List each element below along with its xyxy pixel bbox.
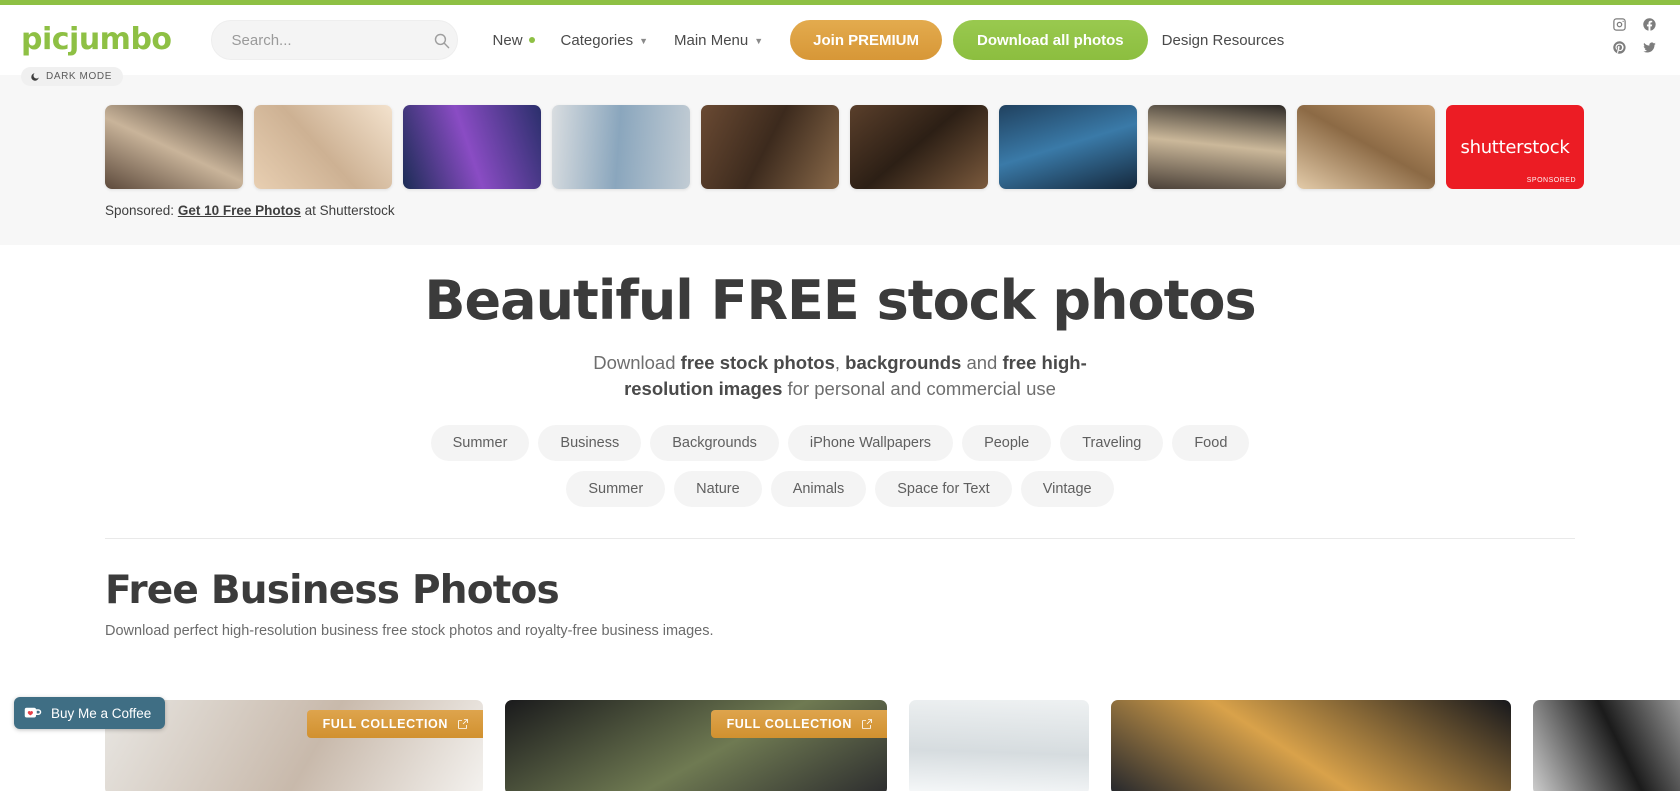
- search-input[interactable]: [229, 30, 433, 50]
- category-tag[interactable]: Business: [538, 424, 642, 461]
- full-collection-label: FULL COLLECTION: [322, 717, 448, 731]
- main-nav: New Categories ▼ Main Menu ▼ Join PREMIU…: [480, 20, 1285, 60]
- thumbnail-image: [701, 105, 839, 189]
- sponsored-thumbnail[interactable]: [701, 105, 839, 189]
- category-tag[interactable]: Summer: [430, 424, 530, 461]
- buy-me-a-coffee-button[interactable]: Buy Me a Coffee: [14, 697, 166, 729]
- search-icon[interactable]: [433, 32, 450, 49]
- nav-item-categories-label: Categories: [560, 31, 634, 49]
- thumbnail-image: [999, 105, 1137, 189]
- nav-item-main-menu-label: Main Menu: [674, 31, 749, 49]
- instagram-icon[interactable]: [1612, 17, 1627, 32]
- sponsored-link[interactable]: Get 10 Free Photos: [178, 203, 301, 218]
- thumbnail-image: [1297, 105, 1435, 189]
- photo-card[interactable]: [909, 700, 1089, 791]
- category-tag[interactable]: Vintage: [1020, 470, 1114, 507]
- tag-row-secondary: Summer Nature Animals Space for Text Vintage: [0, 470, 1680, 507]
- sponsored-suffix: at Shutterstock: [304, 203, 395, 218]
- picjumbo-logo[interactable]: picjumbo: [21, 25, 172, 55]
- full-collection-badge[interactable]: FULL COLLECTION: [306, 710, 483, 738]
- sponsored-thumbnail[interactable]: [105, 105, 243, 189]
- hero-subtitle-part-3: backgrounds: [845, 352, 962, 373]
- photo-image: [1111, 700, 1511, 791]
- hero-subtitle-part-6: for personal and commercial use: [782, 378, 1056, 400]
- photo-card[interactable]: FULL COLLECTION: [505, 700, 887, 791]
- category-tag[interactable]: Space for Text: [875, 470, 1012, 507]
- photo-card[interactable]: [1533, 700, 1680, 791]
- design-resources-link[interactable]: Design Resources: [1162, 32, 1285, 49]
- category-tag[interactable]: Nature: [674, 470, 762, 507]
- hero-subtitle-part-2: ,: [834, 352, 846, 373]
- page-title: Beautiful FREE stock photos: [424, 269, 1256, 332]
- hero-subtitle-part-4: and: [961, 352, 1003, 373]
- sponsored-thumbnail-strip: shutterstock SPONSORED: [105, 105, 1584, 189]
- hero-subtitle: Download free stock photos, backgrounds …: [570, 350, 1110, 403]
- category-tag[interactable]: Backgrounds: [650, 424, 779, 461]
- search-box[interactable]: [210, 20, 458, 60]
- full-collection-badge[interactable]: FULL COLLECTION: [710, 710, 887, 738]
- site-header: picjumbo New Categories ▼ Main Menu ▼ Jo…: [0, 5, 1680, 75]
- thumbnail-image: [1148, 105, 1286, 189]
- nav-item-categories[interactable]: Categories ▼: [548, 32, 661, 49]
- thumbnail-image: [552, 105, 690, 189]
- twitter-icon[interactable]: [1642, 40, 1657, 55]
- sponsored-thumbnail[interactable]: [1297, 105, 1435, 189]
- social-links: [1608, 17, 1660, 55]
- category-tag[interactable]: People: [962, 424, 1052, 461]
- hero-subtitle-part-1: free stock photos: [680, 352, 835, 373]
- sponsored-thumbnail[interactable]: [1148, 105, 1286, 189]
- section-divider: [105, 538, 1575, 539]
- nav-item-new[interactable]: New: [480, 32, 548, 49]
- photo-card[interactable]: [1111, 700, 1511, 791]
- sponsored-thumbnail[interactable]: [254, 105, 392, 189]
- thumbnail-image: [403, 105, 541, 189]
- page-root: picjumbo New Categories ▼ Main Menu ▼ Jo…: [0, 0, 1680, 791]
- sponsored-caption: Sponsored: Get 10 Free Photos at Shutter…: [105, 203, 395, 218]
- full-collection-label: FULL COLLECTION: [726, 717, 852, 731]
- moon-icon: [31, 72, 39, 81]
- sponsored-tag: SPONSORED: [1526, 177, 1576, 184]
- thumbnail-image: [105, 105, 243, 189]
- dark-mode-label: DARK MODE: [46, 71, 112, 82]
- category-tag[interactable]: iPhone Wallpapers: [787, 424, 954, 461]
- external-link-icon: [862, 719, 872, 729]
- hero-subtitle-part-0: Download: [593, 352, 681, 373]
- section-heading: Free Business Photos: [105, 568, 560, 613]
- pinterest-icon[interactable]: [1612, 40, 1627, 55]
- sponsored-thumbnail[interactable]: [850, 105, 988, 189]
- photo-grid: FULL COLLECTION FULL COLLECTION: [105, 700, 1680, 791]
- chevron-down-icon: ▼: [639, 36, 649, 46]
- photo-image: [1533, 700, 1680, 791]
- nav-item-new-label: New: [492, 31, 523, 49]
- nav-item-main-menu[interactable]: Main Menu ▼: [661, 32, 776, 49]
- join-premium-button[interactable]: Join PREMIUM: [790, 20, 942, 60]
- category-tag[interactable]: Traveling: [1060, 424, 1164, 461]
- tag-row-primary: Summer Business Backgrounds iPhone Wallpape…: [0, 424, 1680, 461]
- coffee-cup-heart-icon: [24, 707, 42, 718]
- shutterstock-ad-card[interactable]: shutterstock SPONSORED: [1446, 105, 1584, 189]
- dark-mode-toggle[interactable]: DARK MODE: [21, 67, 123, 86]
- business-photos-section: Free Business Photos Download perfect hi…: [105, 568, 714, 639]
- section-description: Download perfect high-resolution busines…: [105, 623, 714, 639]
- category-tag[interactable]: Food: [1172, 424, 1250, 461]
- thumbnail-image: [850, 105, 988, 189]
- new-badge-dot: [528, 37, 535, 43]
- photo-image: [909, 700, 1089, 791]
- external-link-icon: [458, 719, 468, 729]
- download-all-photos-button[interactable]: Download all photos: [952, 20, 1148, 60]
- shutterstock-logo: shutterstock: [1460, 136, 1570, 158]
- hero-section: Beautiful FREE stock photos Download fre…: [0, 245, 1680, 507]
- thumbnail-image: [254, 105, 392, 189]
- sponsored-thumbnail[interactable]: [552, 105, 690, 189]
- sponsored-thumbnail[interactable]: [403, 105, 541, 189]
- facebook-icon[interactable]: [1642, 17, 1657, 32]
- chevron-down-icon: ▼: [754, 36, 764, 46]
- buy-me-a-coffee-label: Buy Me a Coffee: [51, 705, 152, 721]
- category-tag[interactable]: Animals: [770, 470, 867, 507]
- category-tag[interactable]: Summer: [566, 470, 666, 507]
- sponsored-prefix: Sponsored:: [105, 203, 175, 218]
- sponsored-thumbnail[interactable]: [999, 105, 1137, 189]
